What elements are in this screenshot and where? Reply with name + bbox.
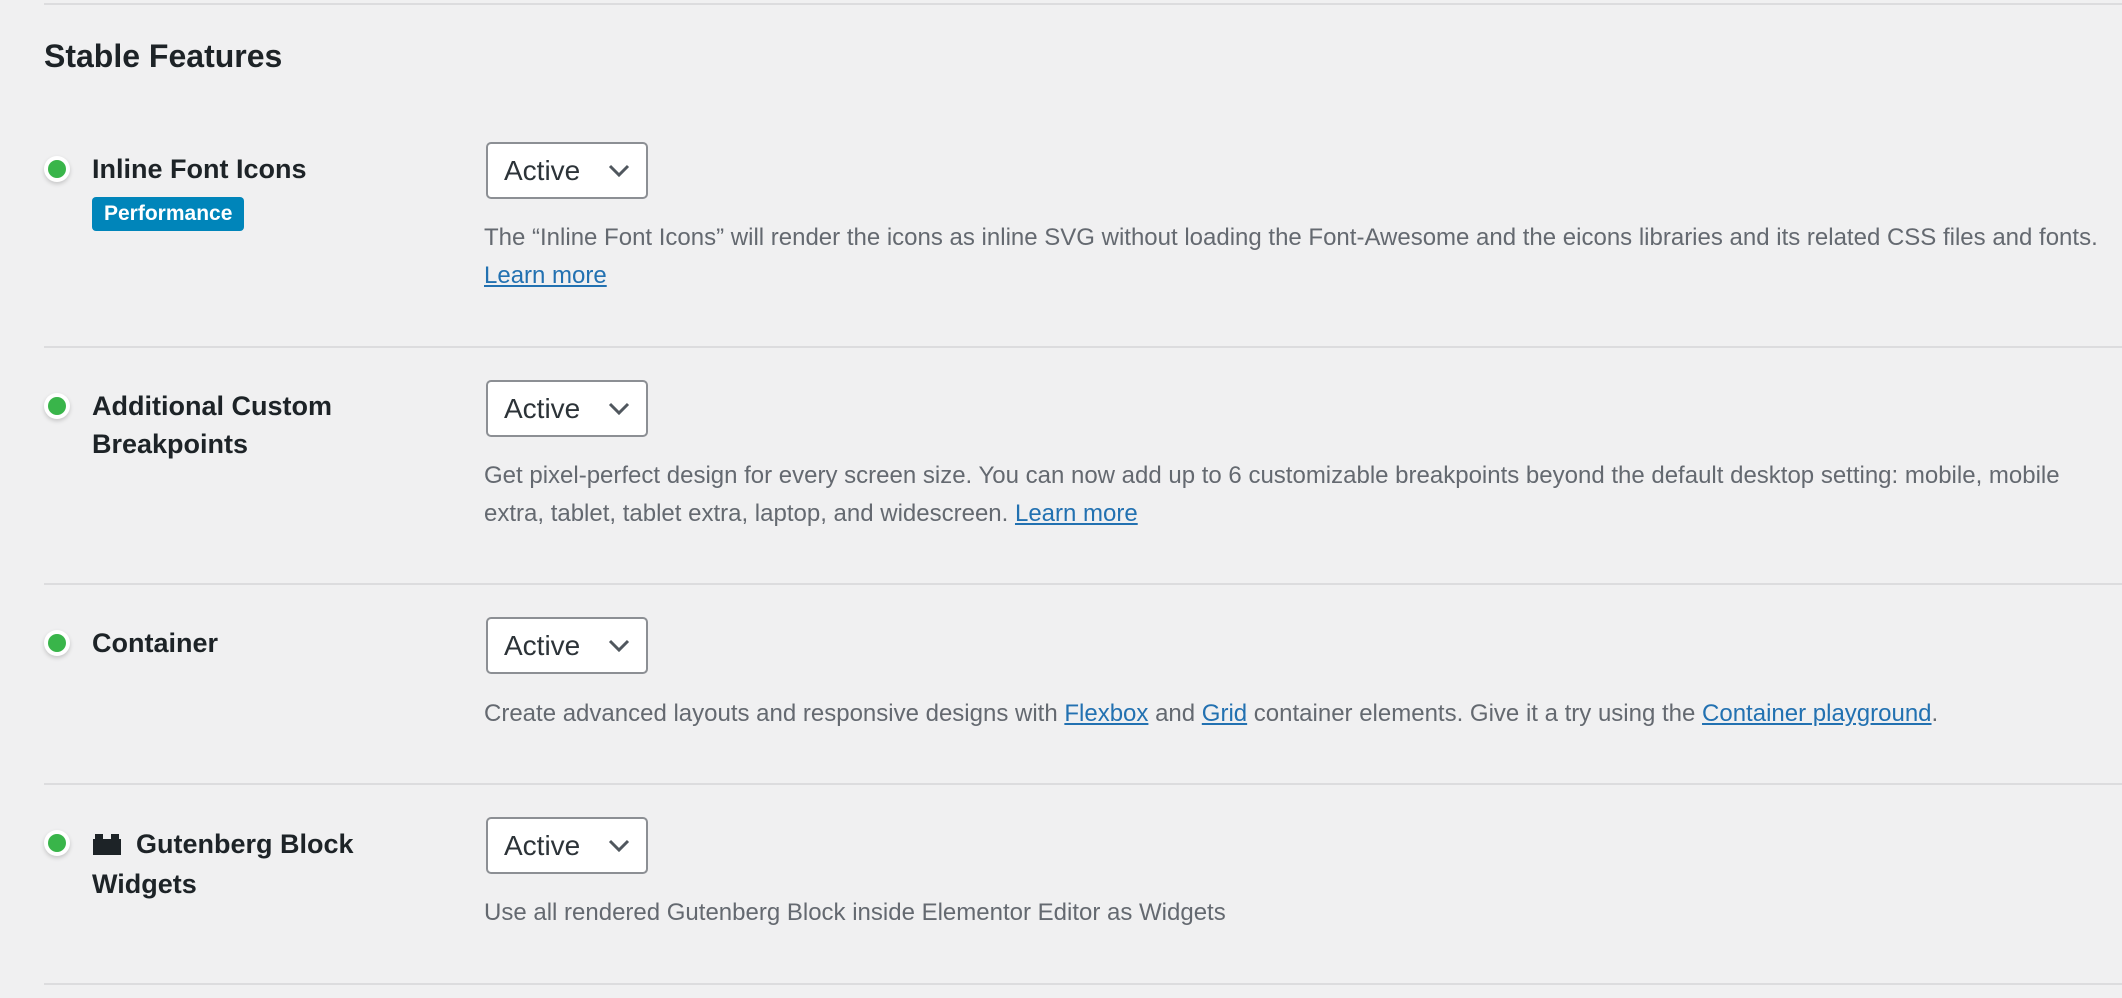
feature-title: Container <box>92 628 219 658</box>
status-active-icon <box>44 393 70 419</box>
feature-description: Use all rendered Gutenberg Block inside … <box>484 899 1226 926</box>
performance-badge: Performance <box>92 197 245 231</box>
select-value: Active <box>504 392 581 424</box>
feature-description: Create advanced layouts and responsive d… <box>484 700 1939 727</box>
feature-status-select[interactable]: Active <box>486 142 648 199</box>
feature-status-select[interactable]: Active <box>486 617 648 674</box>
learn-more-link[interactable]: Learn more <box>1015 500 1138 527</box>
row-divider <box>44 983 2122 985</box>
feature-title: Inline Font Icons <box>92 154 307 184</box>
row-divider <box>44 783 2122 785</box>
row-divider <box>44 346 2122 348</box>
feature-status-select[interactable]: Active <box>486 380 648 437</box>
chevron-down-icon <box>608 639 630 653</box>
section-title: Stable Features <box>44 38 283 74</box>
lego-block-icon <box>93 834 121 855</box>
flexbox-link[interactable]: Flexbox <box>1064 700 1148 727</box>
chevron-down-icon <box>608 839 630 853</box>
feature-title: Additional Custom Breakpoints <box>92 391 332 459</box>
feature-status-select[interactable]: Active <box>486 817 648 874</box>
container-playground-link[interactable]: Container playground <box>1702 700 1932 727</box>
select-value: Active <box>504 629 581 661</box>
grid-link[interactable]: Grid <box>1202 700 1247 727</box>
top-divider <box>44 3 2122 5</box>
row-divider <box>44 583 2122 585</box>
feature-description: Get pixel-perfect design for every scree… <box>484 462 2060 527</box>
select-value: Active <box>504 154 581 186</box>
chevron-down-icon <box>608 164 630 178</box>
status-active-icon <box>44 630 70 656</box>
chevron-down-icon <box>608 402 630 416</box>
learn-more-link[interactable]: Learn more <box>484 262 607 289</box>
status-active-icon <box>44 156 70 182</box>
select-value: Active <box>504 829 581 861</box>
feature-title: Gutenberg Block Widgets <box>92 829 354 899</box>
feature-description: The “Inline Font Icons” will render the … <box>484 224 2098 289</box>
status-active-icon <box>44 830 70 856</box>
